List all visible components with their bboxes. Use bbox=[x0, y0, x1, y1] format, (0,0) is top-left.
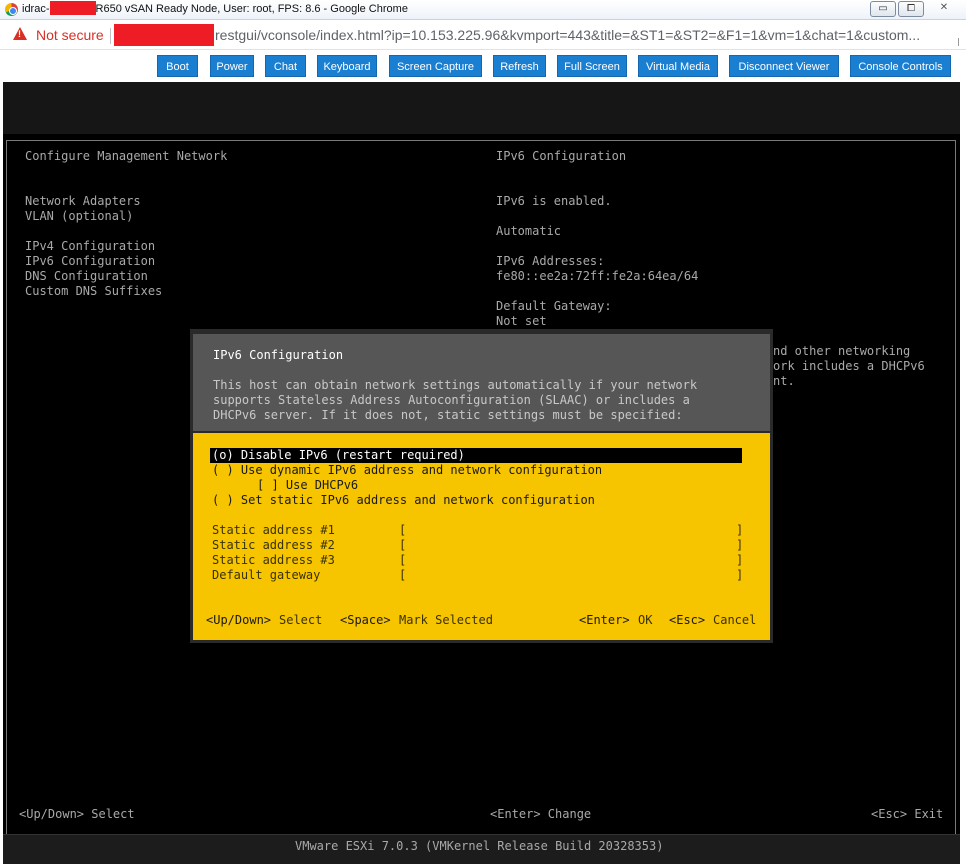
menu-item-ipv4[interactable]: IPv4 Configuration bbox=[25, 239, 155, 254]
ipv6-enabled-text: IPv6 is enabled. bbox=[496, 194, 612, 208]
bracket-open: [ bbox=[399, 538, 407, 552]
option-disable-ipv6[interactable]: (o) Disable IPv6 (restart required) bbox=[212, 448, 465, 463]
default-gateway-label: Default gateway bbox=[212, 568, 321, 582]
chrome-icon bbox=[5, 3, 18, 16]
bracket-open: [ bbox=[399, 553, 407, 567]
screen-capture-button[interactable]: Screen Capture bbox=[389, 55, 482, 77]
virtual-media-button[interactable]: Virtual Media bbox=[638, 55, 718, 77]
warning-icon[interactable] bbox=[13, 27, 27, 40]
key-esc: <Esc> bbox=[669, 613, 706, 627]
option-static-ipv6[interactable]: ( ) Set static IPv6 address and network … bbox=[212, 493, 595, 508]
gateway-value: Not set bbox=[496, 314, 547, 328]
dialog-header: IPv6 Configuration This host can obtain … bbox=[193, 334, 770, 431]
action-ok[interactable]: OK bbox=[638, 613, 652, 628]
esxi-version-text: VMware ESXi 7.0.3 (VMKernel Release Buil… bbox=[295, 839, 664, 853]
menu-item-dns[interactable]: DNS Configuration bbox=[25, 269, 148, 284]
chat-button[interactable]: Chat bbox=[265, 55, 306, 77]
static-address-2-label: Static address #2 bbox=[212, 538, 335, 552]
browser-title-bar: idrac- R650 vSAN Ready Node, User: root, … bbox=[0, 0, 966, 20]
close-button[interactable]: ✕ bbox=[926, 1, 962, 17]
key-enter: <Enter> bbox=[579, 613, 630, 627]
right-header: IPv6 Configuration bbox=[496, 149, 627, 163]
menu-item-vlan[interactable]: VLAN (optional) bbox=[25, 209, 133, 224]
action-select: Select bbox=[279, 613, 323, 627]
power-button[interactable]: Power bbox=[210, 55, 254, 77]
footer-select-hint: <Up/Down> Select bbox=[19, 807, 135, 821]
option-dynamic-ipv6[interactable]: ( ) Use dynamic IPv6 address and network… bbox=[212, 463, 602, 478]
ipv6-mode-text: Automatic bbox=[496, 224, 562, 238]
info-text-cut-3: nt. bbox=[773, 374, 795, 388]
dialog-body: (o) Disable IPv6 (restart required) ( ) … bbox=[193, 433, 770, 640]
menu-item-ipv6[interactable]: IPv6 Configuration bbox=[25, 254, 155, 269]
info-text-cut-1: nd other networking bbox=[773, 344, 911, 358]
bracket-close: ] bbox=[736, 553, 744, 567]
redaction-block bbox=[49, 1, 96, 16]
left-header: Configure Management Network bbox=[25, 149, 228, 163]
bracket-open: [ bbox=[399, 568, 407, 582]
disconnect-viewer-button[interactable]: Disconnect Viewer bbox=[729, 55, 839, 77]
idrac-toolbar: Boot Power Chat Keyboard Screen Capture … bbox=[0, 50, 966, 82]
boot-button[interactable]: Boot bbox=[157, 55, 198, 77]
bracket-close: ] bbox=[736, 538, 744, 552]
action-mark-selected: Mark Selected bbox=[399, 613, 493, 627]
bracket-close: ] bbox=[736, 523, 744, 537]
full-screen-button[interactable]: Full Screen bbox=[557, 55, 627, 77]
not-secure-label[interactable]: Not secure bbox=[36, 27, 104, 43]
static-address-3-label: Static address #3 bbox=[212, 553, 335, 567]
url-redaction-block bbox=[114, 24, 214, 46]
bracket-close: ] bbox=[736, 568, 744, 582]
footer-exit-hint: <Esc> Exit bbox=[871, 807, 944, 821]
address-bar[interactable]: Not secure restgui/vconsole/index.html?i… bbox=[0, 20, 966, 50]
static-address-1-label: Static address #1 bbox=[212, 523, 335, 537]
window-title: idrac- R650 vSAN Ready Node, User: root, … bbox=[22, 1, 408, 16]
checkbox-use-dhcpv6[interactable]: [ ] Use DHCPv6 bbox=[257, 478, 358, 493]
divider bbox=[110, 28, 111, 44]
console-top-band bbox=[3, 82, 960, 134]
console-controls-button[interactable]: Console Controls bbox=[850, 55, 951, 77]
refresh-button[interactable]: Refresh bbox=[493, 55, 546, 77]
url-text[interactable]: restgui/vconsole/index.html?ip=10.153.22… bbox=[215, 27, 935, 43]
dialog-desc-2: supports Stateless Address Autoconfigura… bbox=[213, 393, 690, 407]
footer-change-hint: <Enter> Change bbox=[490, 807, 592, 821]
keyboard-button[interactable]: Keyboard bbox=[317, 55, 377, 77]
action-cancel[interactable]: Cancel bbox=[713, 613, 756, 628]
menu-item-dns-suffixes[interactable]: Custom DNS Suffixes bbox=[25, 284, 162, 299]
key-space: <Space> bbox=[340, 613, 391, 627]
ipv6-addresses-label: IPv6 Addresses: bbox=[496, 254, 605, 268]
gateway-label: Default Gateway: bbox=[496, 299, 612, 313]
minimize-button[interactable]: ▭ bbox=[870, 1, 896, 17]
restore-button[interactable]: ⧠ bbox=[898, 1, 924, 17]
ipv6-config-dialog: IPv6 Configuration This host can obtain … bbox=[190, 329, 773, 643]
esxi-version-bar: VMware ESXi 7.0.3 (VMKernel Release Buil… bbox=[3, 834, 960, 864]
dialog-desc-1: This host can obtain network settings au… bbox=[213, 378, 698, 392]
key-updown: <Up/Down> bbox=[206, 613, 272, 627]
menu-item-network-adapters[interactable]: Network Adapters bbox=[25, 194, 141, 209]
scrollbar-edge bbox=[958, 38, 964, 46]
dialog-title: IPv6 Configuration bbox=[213, 348, 344, 362]
bracket-open: [ bbox=[399, 523, 407, 537]
dialog-desc-3: DHCPv6 server. If it does not, static se… bbox=[213, 408, 683, 422]
ipv6-address-value: fe80::ee2a:72ff:fe2a:64ea/64 bbox=[496, 269, 699, 283]
info-text-cut-2: ork includes a DHCPv6 bbox=[773, 359, 925, 373]
